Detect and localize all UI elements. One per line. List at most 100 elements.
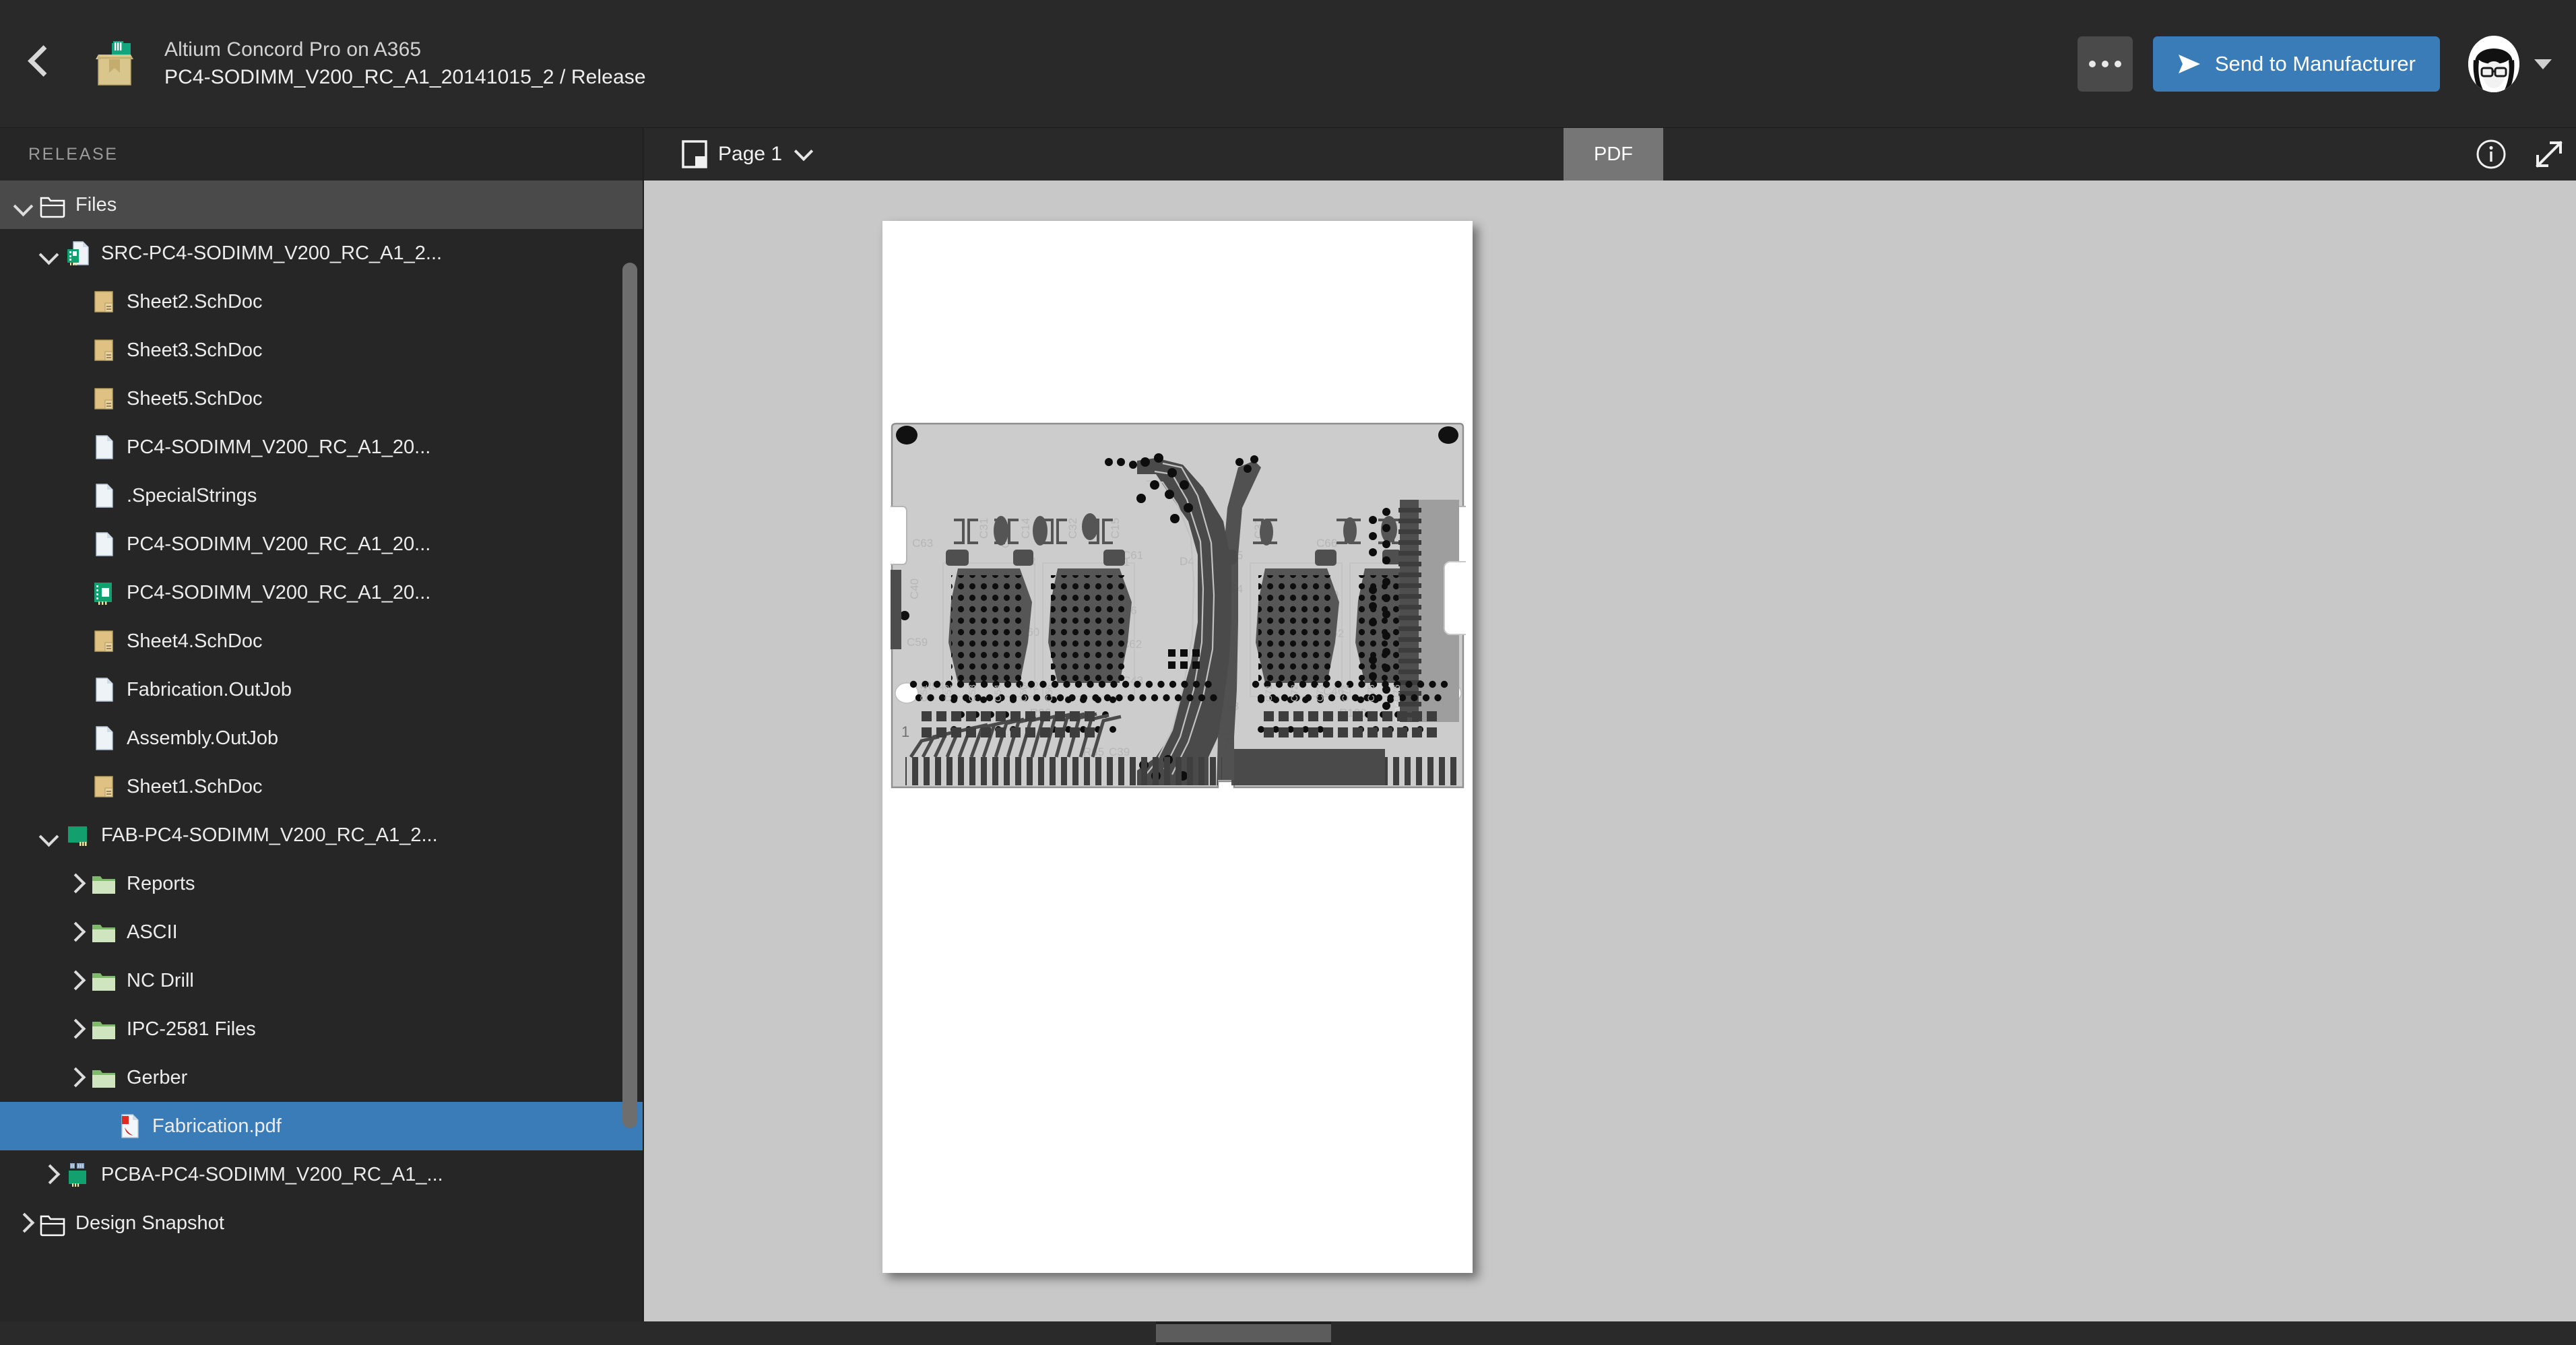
- chevron-right-icon[interactable]: [63, 872, 86, 895]
- sidebar-section-header: RELEASE: [0, 128, 643, 181]
- tree-row-label: SRC-PC4-SODIMM_V200_RC_A1_2...: [101, 242, 442, 265]
- tree-row[interactable]: Design Snapshot: [0, 1199, 643, 1247]
- folder-green-icon: [90, 870, 117, 897]
- twisty-spacer: [63, 775, 86, 798]
- hscroll-track-left[interactable]: [0, 1321, 1156, 1345]
- chevron-down-icon[interactable]: [38, 242, 61, 265]
- ellipsis-icon: [2089, 61, 2121, 67]
- generic-doc-icon: [90, 676, 117, 703]
- chevron-right-icon[interactable]: [63, 969, 86, 992]
- twisty-spacer: [63, 678, 86, 701]
- fullscreen-button[interactable]: [2522, 128, 2576, 181]
- svg-text:C59: C59: [907, 636, 928, 649]
- send-arrow-icon: [2177, 53, 2201, 75]
- tree-row[interactable]: PC4-SODIMM_V200_RC_A1_20...: [0, 568, 643, 617]
- tree-row[interactable]: Sheet5.SchDoc: [0, 374, 643, 423]
- tree-row[interactable]: .SpecialStrings: [0, 471, 643, 520]
- tree-row-label: PC4-SODIMM_V200_RC_A1_20...: [127, 582, 430, 604]
- svg-text:C53: C53: [967, 684, 977, 702]
- tree-row[interactable]: Sheet3.SchDoc: [0, 326, 643, 374]
- twisty-spacer: [63, 484, 86, 507]
- tree-row[interactable]: Fabrication.OutJob: [0, 665, 643, 714]
- user-menu[interactable]: [2468, 36, 2552, 92]
- tree-row[interactable]: ASCII: [0, 908, 643, 956]
- info-circle-icon: [2476, 139, 2507, 170]
- svg-text:C40: C40: [908, 579, 921, 599]
- pdf-file-icon: [116, 1113, 143, 1140]
- svg-text:C63: C63: [912, 537, 933, 550]
- more-options-button[interactable]: [2078, 36, 2133, 92]
- chevron-right-icon[interactable]: [38, 1163, 61, 1186]
- workspace-title: Altium Concord Pro on A365: [164, 38, 646, 61]
- back-button[interactable]: [0, 0, 74, 128]
- page-selector-label: Page 1: [718, 143, 782, 166]
- tree-row-label: Gerber: [127, 1067, 187, 1089]
- chevron-right-icon[interactable]: [12, 1212, 35, 1235]
- folder-green-icon: [90, 1064, 117, 1091]
- tree-row[interactable]: FAB-PC4-SODIMM_V200_RC_A1_2...: [0, 811, 643, 859]
- sidebar-section-label: RELEASE: [28, 145, 119, 164]
- svg-text:C55: C55: [1018, 684, 1029, 702]
- tree-row-label: Sheet3.SchDoc: [127, 339, 263, 362]
- page-layout-icon: [682, 140, 707, 168]
- folder-outline-icon: [39, 1210, 66, 1237]
- tree-row[interactable]: PC4-SODIMM_V200_RC_A1_20...: [0, 520, 643, 568]
- chevron-right-icon[interactable]: [63, 1018, 86, 1041]
- sidebar-scrollbar-thumb[interactable]: [622, 263, 637, 1128]
- pcb-fabrication-drawing: C63 C31 C14 C58 C32 C15 C33 C66 C34 C17 …: [887, 420, 1470, 797]
- altium-release-box-icon: [74, 0, 148, 128]
- tab-pdf[interactable]: PDF: [1564, 128, 1663, 181]
- tree-row-label: ASCII: [127, 921, 178, 944]
- pdf-canvas-area[interactable]: C63 C31 C14 C58 C32 C15 C33 C66 C34 C17 …: [644, 181, 2576, 1321]
- hscroll-thumb[interactable]: [1156, 1324, 1331, 1342]
- page-selector[interactable]: Page 1: [682, 140, 810, 168]
- tree-row[interactable]: Sheet1.SchDoc: [0, 762, 643, 811]
- svg-text:C75: C75: [1365, 684, 1376, 702]
- tree-row[interactable]: Fabrication.pdf: [0, 1102, 643, 1150]
- tree-row-label: Sheet2.SchDoc: [127, 291, 263, 313]
- svg-text:C66: C66: [1316, 537, 1337, 550]
- schdoc-icon: [90, 773, 117, 800]
- sidebar-scrollbar[interactable]: [622, 263, 637, 1313]
- hscroll-track-right[interactable]: [1331, 1321, 2576, 1345]
- tree-row[interactable]: Sheet4.SchDoc: [0, 617, 643, 665]
- tree-row[interactable]: Assembly.OutJob: [0, 714, 643, 762]
- twisty-spacer: [63, 727, 86, 750]
- svg-text:C72: C72: [1289, 684, 1299, 702]
- folder-green-icon: [90, 967, 117, 994]
- chevron-down-icon[interactable]: [12, 193, 35, 216]
- tree-row[interactable]: IPC-2581 Files: [0, 1005, 643, 1053]
- fab-board-icon: [65, 822, 92, 849]
- svg-text:C14: C14: [1019, 518, 1032, 539]
- twisty-spacer: [63, 290, 86, 313]
- tree-row-label: PCBA-PC4-SODIMM_V200_RC_A1_...: [101, 1164, 443, 1186]
- svg-text:C52: C52: [942, 684, 953, 702]
- svg-text:C39: C39: [1109, 746, 1130, 758]
- tree-row[interactable]: Gerber: [0, 1053, 643, 1102]
- tree-row-label: FAB-PC4-SODIMM_V200_RC_A1_2...: [101, 824, 438, 847]
- chevron-right-icon[interactable]: [63, 921, 86, 944]
- tree-row[interactable]: Sheet2.SchDoc: [0, 277, 643, 326]
- tree-row[interactable]: Reports: [0, 859, 643, 908]
- window-horizontal-scrollbar[interactable]: [0, 1321, 2576, 1345]
- svg-text:C32: C32: [1066, 518, 1079, 539]
- schdoc-icon: [90, 385, 117, 412]
- send-to-manufacturer-button[interactable]: Send to Manufacturer: [2153, 36, 2440, 92]
- chevron-down-icon[interactable]: [38, 824, 61, 847]
- tree-row-label: Design Snapshot: [75, 1212, 224, 1235]
- tree-row[interactable]: SRC-PC4-SODIMM_V200_RC_A1_2...: [0, 229, 643, 277]
- pcbdoc-icon: [90, 579, 117, 606]
- tree-row[interactable]: PCBA-PC4-SODIMM_V200_RC_A1_...: [0, 1150, 643, 1199]
- schdoc-icon: [90, 628, 117, 655]
- generic-doc-icon: [90, 725, 117, 752]
- svg-text:C71: C71: [1263, 684, 1274, 702]
- chevron-right-icon[interactable]: [63, 1066, 86, 1089]
- tree-row[interactable]: Files: [0, 181, 643, 229]
- tree-row[interactable]: PC4-SODIMM_V200_RC_A1_20...: [0, 423, 643, 471]
- tree-row[interactable]: NC Drill: [0, 956, 643, 1005]
- twisty-spacer: [63, 387, 86, 410]
- twisty-spacer: [63, 581, 86, 604]
- tree-row-label: Sheet4.SchDoc: [127, 630, 263, 653]
- info-button[interactable]: [2460, 128, 2522, 181]
- chevron-left-icon: [27, 46, 47, 82]
